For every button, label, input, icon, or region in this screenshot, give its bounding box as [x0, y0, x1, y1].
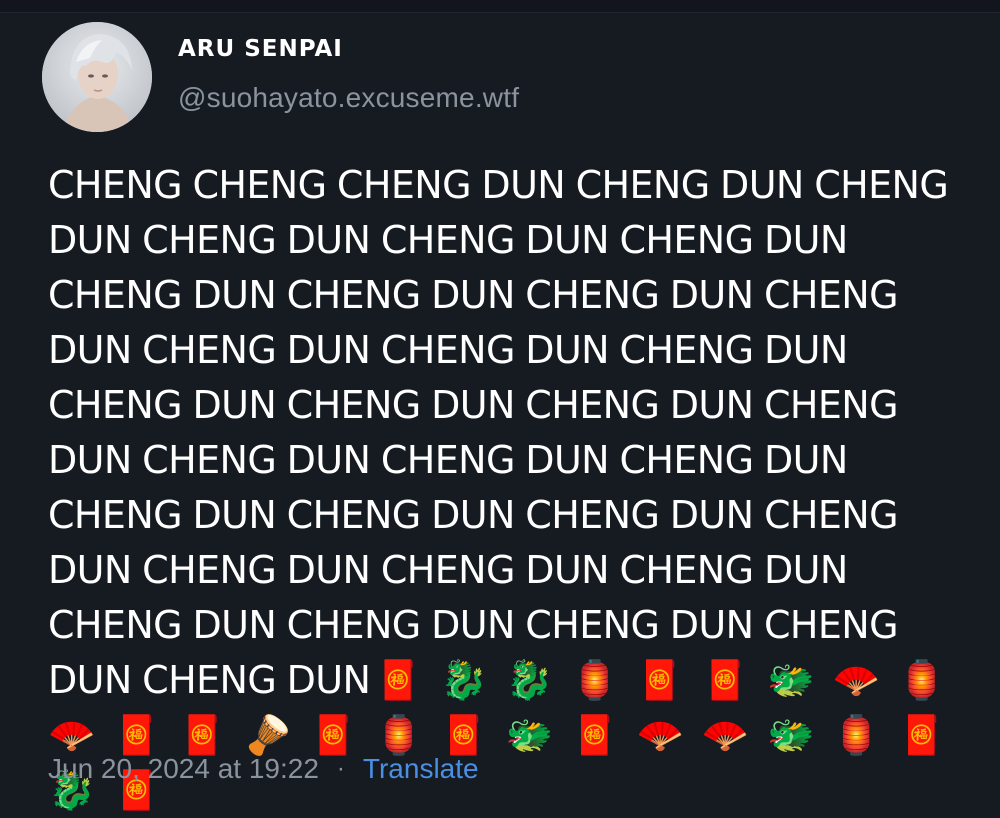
user-handle[interactable]: @suohayato.excuseme.wtf: [178, 82, 519, 114]
tweet-text: CHENG CHENG CHENG DUN CHENG DUN CHENG DU…: [48, 163, 949, 702]
avatar-image: [42, 22, 152, 132]
avatar[interactable]: [42, 22, 152, 132]
display-name[interactable]: ARU SENPAI: [178, 36, 519, 62]
translate-link[interactable]: Translate: [363, 753, 479, 785]
timestamp[interactable]: Jun 20, 2024 at 19:22: [48, 753, 319, 785]
top-border: [0, 0, 1000, 13]
tweet-header: ARU SENPAI @suohayato.excuseme.wtf: [42, 22, 519, 132]
user-meta: ARU SENPAI @suohayato.excuseme.wtf: [178, 22, 519, 114]
tweet-footer: Jun 20, 2024 at 19:22 · Translate: [48, 753, 479, 785]
tweet-body: CHENG CHENG CHENG DUN CHENG DUN CHENG DU…: [48, 158, 978, 818]
separator-dot: ·: [336, 755, 345, 782]
